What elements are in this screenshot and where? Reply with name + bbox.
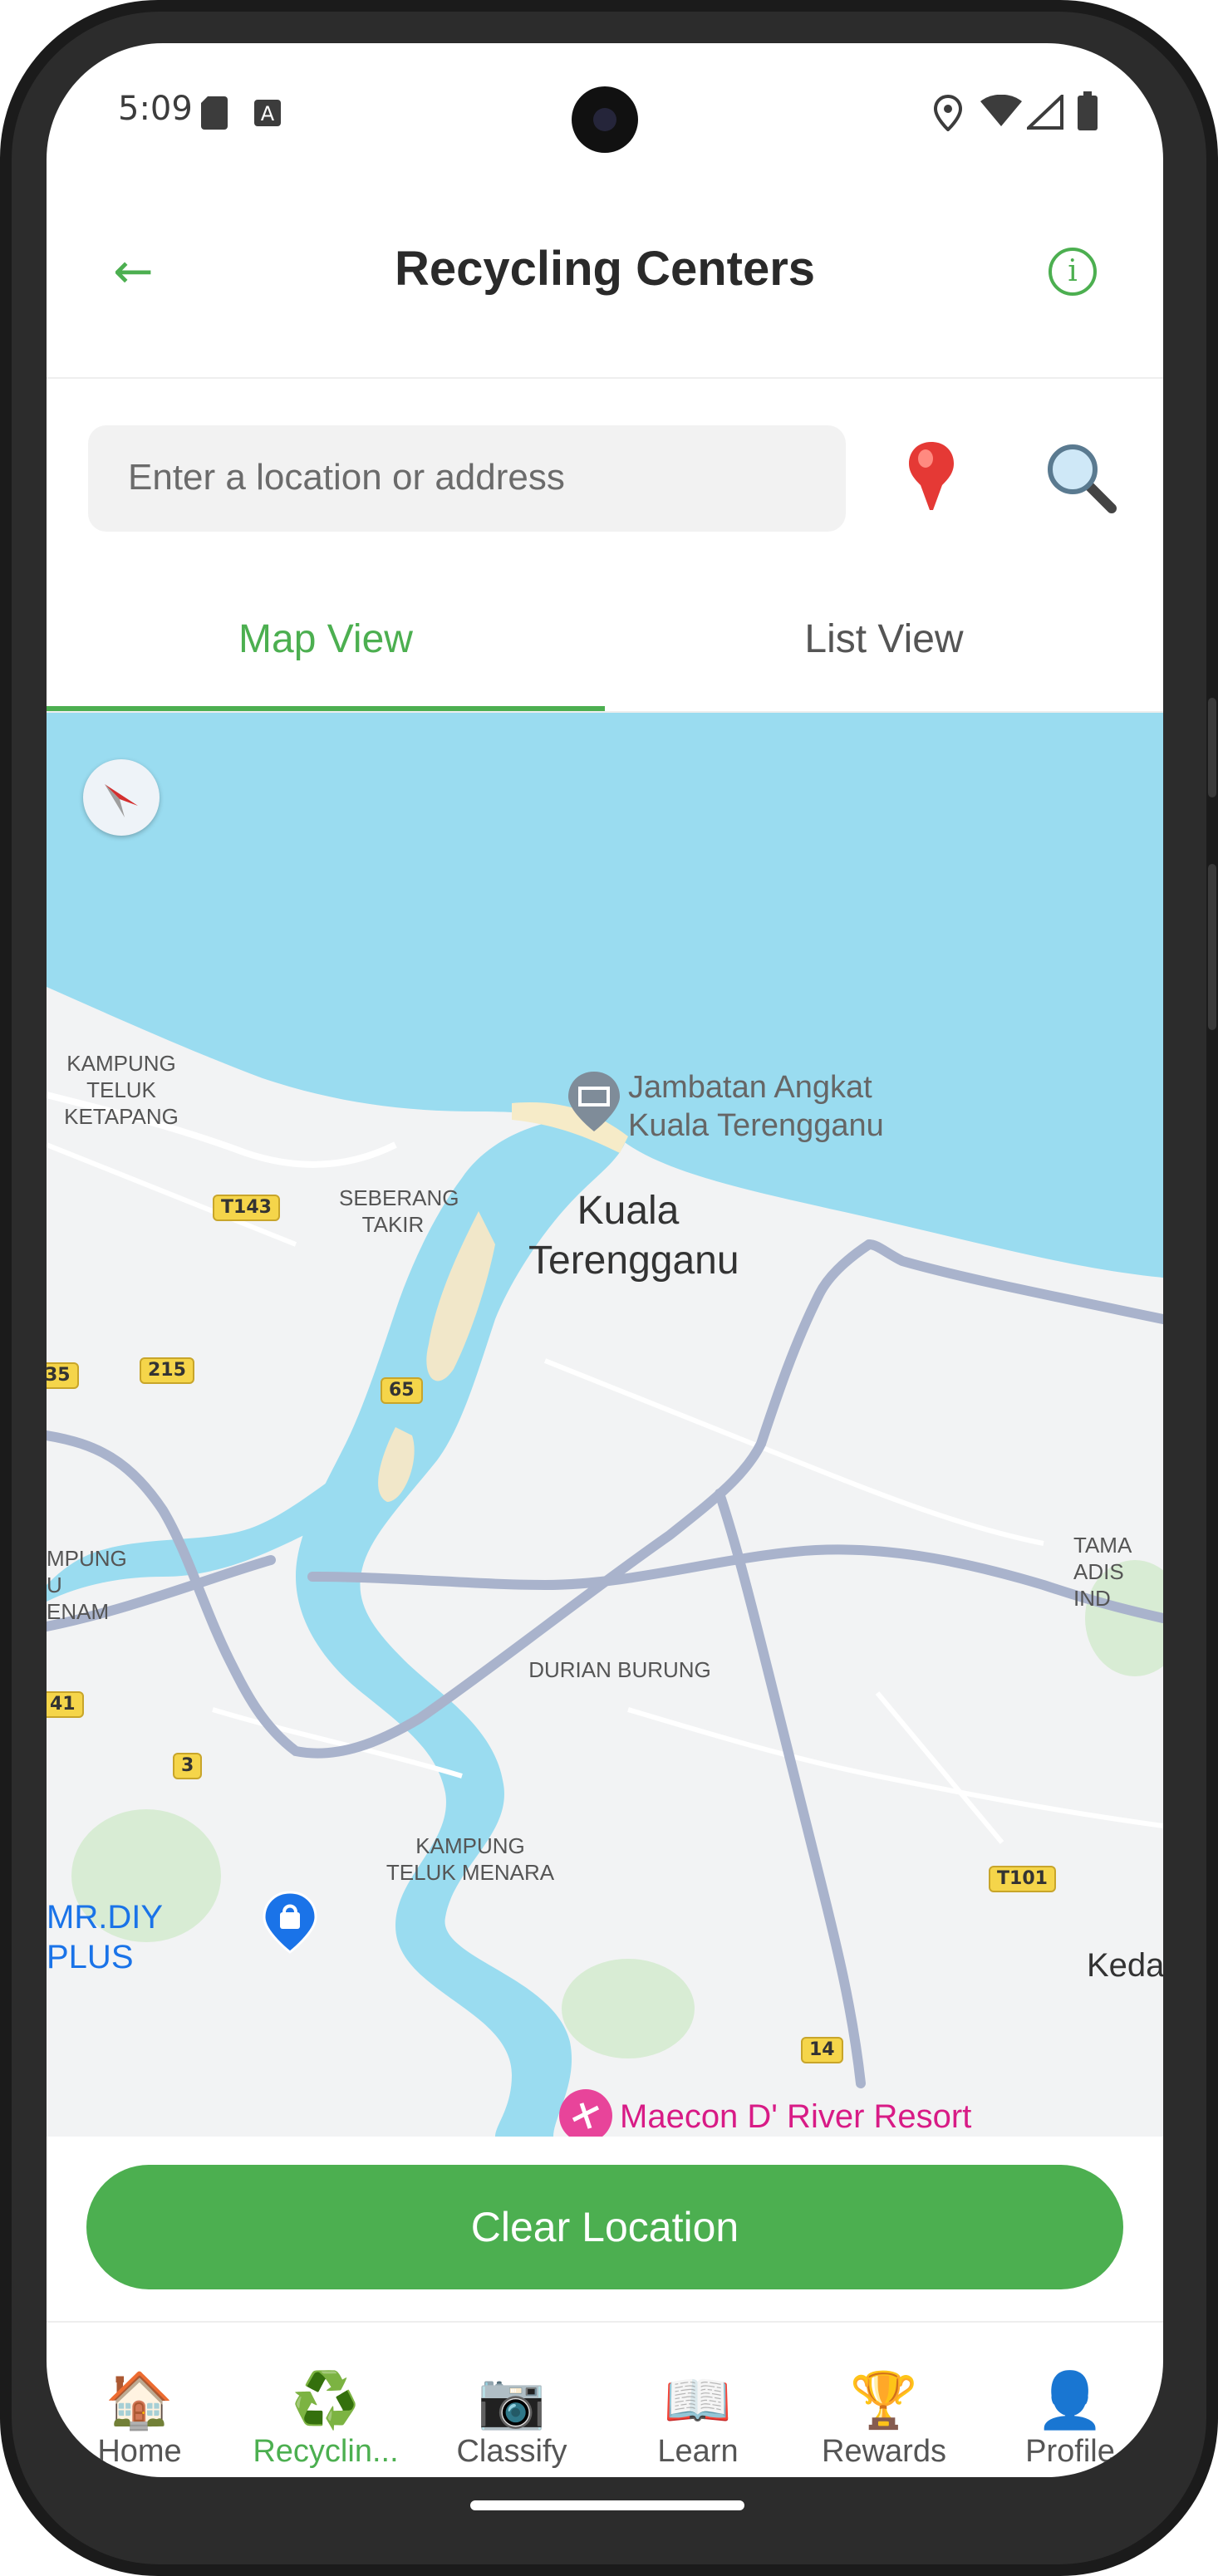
map-view[interactable]: KAMPUNG TELUK KETAPANG SEBERANG TAKIR Ku… [47, 713, 1163, 2137]
wifi-icon [980, 95, 1022, 126]
nav-item-rewards[interactable]: 🏆 Rewards [791, 2369, 977, 2470]
map-label-seberang-takir: SEBERANG TAKIR [339, 1185, 459, 1237]
bridge-landmark-icon [568, 1072, 620, 1131]
shopping-bag-marker-icon[interactable] [261, 1889, 319, 1955]
road-shield: 14 [801, 2037, 843, 2063]
front-camera [572, 86, 638, 153]
nav-divider [47, 2321, 1163, 2323]
map-label-kampung-teluk-ketapang: KAMPUNG TELUK KETAPANG [64, 1051, 179, 1129]
map-pin-icon[interactable] [902, 439, 960, 513]
nav-label-learn: Learn [657, 2434, 739, 2469]
search-placeholder: Enter a location or address [128, 457, 565, 498]
road-shield: 41 [47, 1691, 84, 1718]
map-label-tamar: TAMA ADIS IND [1073, 1533, 1132, 1611]
nav-item-home[interactable]: 🏠 Home [47, 2369, 233, 2470]
nav-label-profile: Profile [1025, 2434, 1115, 2469]
compass-button[interactable] [83, 759, 160, 836]
nav-label-recycling: Recyclin... [253, 2434, 399, 2469]
map-label-maecon[interactable]: Maecon D' River Resort [620, 2097, 985, 2137]
home-indicator[interactable] [470, 2500, 744, 2510]
map-label-mr-diy[interactable]: MR.DIY PLUS [47, 1897, 254, 1977]
camera-icon: 📷 [477, 2368, 547, 2432]
search-icon[interactable] [1044, 440, 1118, 515]
tab-list-view[interactable]: List View [605, 616, 1163, 662]
map-label-kuala-terengganu: Kuala Terengganu [528, 1189, 739, 1283]
profile-icon: 👤 [1035, 2368, 1105, 2432]
recycle-icon: ♻️ [291, 2368, 361, 2432]
road-shield: T143 [213, 1195, 280, 1221]
signal-icon [1027, 95, 1063, 130]
map-label-durian-burung: DURIAN BURUNG [528, 1657, 711, 1682]
battery-icon [1078, 91, 1098, 130]
clear-location-button[interactable]: Clear Location [86, 2165, 1123, 2289]
map-label-kampung-teluk-menara: KAMPUNG TELUK MENARA [386, 1833, 555, 1885]
road-shield: T101 [989, 1866, 1056, 1892]
map-label-kampung-enam: MPUNG U ENAM [47, 1546, 127, 1624]
nav-label-rewards: Rewards [822, 2434, 946, 2469]
nav-item-recycling[interactable]: ♻️ Recyclin... [233, 2369, 419, 2470]
map-label-keda: Keda [1087, 1947, 1163, 1984]
nav-item-learn[interactable]: 📖 Learn [605, 2369, 791, 2470]
road-shield: 35 [47, 1362, 79, 1389]
sd-card-icon [201, 96, 228, 130]
info-icon[interactable]: i [1049, 248, 1097, 296]
power-button [1208, 864, 1216, 1030]
location-icon [934, 95, 962, 131]
keyboard-a-icon: A [254, 100, 281, 126]
resort-marker-icon[interactable] [557, 2087, 615, 2137]
nav-item-classify[interactable]: 📷 Classify [419, 2369, 605, 2470]
nav-label-home: Home [97, 2434, 182, 2469]
header-divider [47, 377, 1163, 379]
search-input[interactable]: Enter a location or address [88, 425, 846, 532]
home-icon: 🏠 [105, 2368, 174, 2432]
nav-item-profile[interactable]: 👤 Profile [977, 2369, 1163, 2470]
app-screen: 5:09 A ← Recycling Centers i Enter a loc… [47, 43, 1163, 2477]
nav-label-classify: Classify [456, 2434, 567, 2469]
book-icon: 📖 [663, 2368, 733, 2432]
page-title: Recycling Centers [394, 242, 816, 296]
map-label-jambatan: Jambatan Angkat Kuala Terengganu [628, 1070, 884, 1143]
road-shield: 65 [381, 1377, 423, 1404]
svg-text:A: A [261, 102, 275, 125]
status-time: 5:09 [118, 90, 193, 128]
tab-map-view[interactable]: Map View [47, 616, 605, 662]
road-shield: 3 [173, 1753, 203, 1779]
trophy-icon: 🏆 [849, 2368, 919, 2432]
road-shield: 215 [140, 1357, 194, 1384]
compass-icon [105, 784, 138, 817]
volume-button [1208, 698, 1216, 797]
